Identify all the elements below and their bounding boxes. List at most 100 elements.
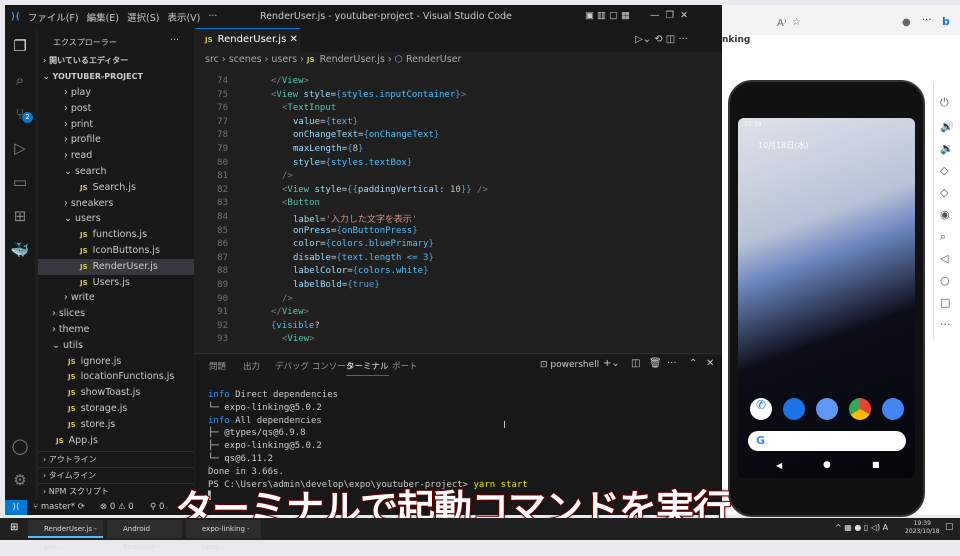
timeline-section[interactable]: › タイムライン bbox=[38, 467, 194, 483]
code-line[interactable]: maxLength={8} bbox=[293, 144, 363, 154]
remote-explorer-icon[interactable]: ▭ bbox=[10, 172, 30, 192]
project-root[interactable]: ⌄ YOUTUBER-PROJECT bbox=[38, 69, 194, 85]
overview-icon[interactable]: □ bbox=[940, 296, 950, 309]
menu-selection[interactable]: 選択(S) bbox=[127, 10, 159, 24]
volume-up-icon[interactable]: 🔊 bbox=[940, 120, 954, 133]
code-line[interactable]: label='入力した文字を表示' bbox=[293, 212, 417, 225]
screenshot-icon[interactable]: ◉ bbox=[940, 208, 950, 221]
settings-gear-icon[interactable]: ⚙ bbox=[10, 470, 30, 490]
code-line[interactable]: <TextInput bbox=[282, 103, 336, 113]
code-line[interactable]: onChangeText={onChangeText} bbox=[293, 130, 439, 140]
folder-item[interactable]: › profile bbox=[38, 132, 194, 148]
npm-scripts-section[interactable]: › NPM スクリプト bbox=[38, 483, 194, 499]
menu-edit[interactable]: 編集(E) bbox=[87, 10, 119, 24]
search-icon[interactable]: ⌕ bbox=[10, 70, 30, 90]
split-terminal-icon[interactable]: ◫ bbox=[631, 358, 640, 369]
taskbar-vscode[interactable]: RenderUser.js - you... bbox=[28, 520, 103, 551]
account-icon[interactable]: ◯ bbox=[10, 436, 30, 456]
taskbar-emulator[interactable]: Android Emulator -... bbox=[107, 520, 182, 551]
code-line[interactable]: disable={text.length <= 3} bbox=[293, 253, 434, 263]
code-line[interactable]: </View> bbox=[271, 307, 309, 317]
outline-section[interactable]: › アウトライン bbox=[38, 451, 194, 467]
tab-problems[interactable]: 問題 bbox=[209, 360, 226, 372]
more-menu-icon[interactable]: ··· bbox=[922, 15, 932, 26]
open-editors-section[interactable]: › 開いているエディター bbox=[38, 53, 194, 69]
file-item[interactable]: JS functions.js bbox=[38, 227, 194, 243]
file-item[interactable]: JS RenderUser.js bbox=[38, 258, 194, 275]
tab-output[interactable]: 出力 bbox=[243, 360, 260, 372]
code-line[interactable]: color={colors.bluePrimary} bbox=[293, 239, 434, 249]
settings-app-icon[interactable] bbox=[816, 398, 838, 420]
ports-indicator[interactable]: ⚲ 0 bbox=[150, 500, 164, 515]
menu-file[interactable]: ファイル(F) bbox=[28, 10, 79, 24]
folder-item[interactable]: › slices bbox=[38, 306, 194, 322]
file-item[interactable]: JS store.js bbox=[38, 417, 194, 433]
editor-actions[interactable]: ▷⌄ ⟲ ◫ ··· bbox=[635, 34, 688, 45]
file-item[interactable]: JS App.js bbox=[38, 433, 194, 449]
notification-icon[interactable]: ▢ bbox=[945, 522, 954, 532]
close-tab-icon[interactable]: ✕ bbox=[290, 34, 298, 45]
file-item[interactable]: JS storage.js bbox=[38, 401, 194, 417]
clock[interactable]: 19:39 2023/10/18 bbox=[905, 520, 940, 536]
breadcrumb-file[interactable]: RenderUser.js bbox=[320, 54, 385, 65]
file-item[interactable]: JS Users.js bbox=[38, 275, 194, 291]
menu-view[interactable]: 表示(V) bbox=[167, 10, 200, 24]
file-item[interactable]: JS showToast.js bbox=[38, 385, 194, 401]
phone-app-icon[interactable]: ✆ bbox=[750, 398, 772, 420]
folder-item[interactable]: ⌄ utils bbox=[38, 338, 194, 354]
tab-terminal[interactable]: ターミナル bbox=[346, 360, 389, 376]
menu-more[interactable]: ··· bbox=[208, 11, 217, 22]
volume-down-icon[interactable]: 🔉 bbox=[940, 142, 954, 155]
nav-recents-icon[interactable]: ■ bbox=[872, 460, 880, 469]
code-line[interactable]: /> bbox=[282, 294, 293, 304]
rotate-right-icon[interactable]: ◇ bbox=[940, 186, 948, 199]
maximize-panel-icon[interactable]: ⌃ bbox=[689, 358, 697, 369]
phone-screen[interactable]: 10:39 10月18日(水) ✆ G ◀ ● ■ bbox=[738, 118, 915, 478]
breadcrumb-src[interactable]: src bbox=[205, 54, 219, 65]
kill-terminal-trash-icon[interactable]: 🗑 bbox=[649, 358, 662, 369]
code-line[interactable]: </View> bbox=[271, 76, 309, 86]
messages-app-icon[interactable] bbox=[783, 398, 805, 420]
rotate-left-icon[interactable]: ◇ bbox=[940, 164, 948, 177]
breadcrumb-symbol[interactable]: RenderUser bbox=[406, 54, 461, 65]
nav-home-icon[interactable]: ● bbox=[823, 460, 831, 470]
more-icon[interactable]: ··· bbox=[940, 318, 951, 331]
code-line[interactable]: value={text} bbox=[293, 117, 358, 127]
problems-indicator[interactable]: ⊗ 0 ⚠ 0 bbox=[100, 500, 134, 515]
code-line[interactable]: labelColor={colors.white} bbox=[293, 266, 428, 276]
system-tray-icons[interactable]: ^ ▦ ● ▯ ◁) A bbox=[835, 523, 888, 532]
explorer-icon[interactable]: ❐ bbox=[10, 36, 30, 56]
window-controls[interactable]: — ❐ ✕ bbox=[650, 10, 688, 21]
panel-more-icon[interactable]: ··· bbox=[667, 358, 677, 369]
docker-icon[interactable]: 🐳 bbox=[10, 240, 30, 260]
layout-toggle-icons[interactable]: ▣ ▥ ▢ ▦ bbox=[585, 10, 630, 21]
close-panel-icon[interactable]: ✕ bbox=[706, 358, 714, 369]
file-item[interactable]: JS locationFunctions.js bbox=[38, 369, 194, 385]
code-line[interactable]: labelBold={true} bbox=[293, 280, 380, 290]
tab-renderuser[interactable]: JS RenderUser.js ✕ bbox=[195, 28, 300, 52]
folder-item[interactable]: › theme bbox=[38, 322, 194, 338]
power-icon[interactable]: ⏻ bbox=[940, 96, 949, 110]
back-icon[interactable]: ◁ bbox=[940, 252, 948, 265]
file-item[interactable]: JS ignore.js bbox=[38, 354, 194, 370]
profile-icon[interactable]: ● bbox=[902, 17, 911, 28]
taskbar-edge[interactable]: expo-linking - npm... bbox=[186, 520, 261, 551]
git-branch[interactable]: ⑂ master* ⟳ bbox=[33, 500, 85, 515]
extensions-icon[interactable]: ⊞ bbox=[10, 206, 30, 226]
code-line[interactable]: /> bbox=[282, 171, 293, 181]
zoom-icon[interactable]: ⌕ bbox=[940, 230, 946, 244]
bing-icon[interactable]: b bbox=[942, 15, 950, 28]
breadcrumb-scenes[interactable]: scenes bbox=[229, 54, 262, 65]
favorite-star-icon[interactable]: ☆ bbox=[792, 17, 801, 28]
code-line[interactable]: <Button bbox=[282, 198, 320, 208]
read-aloud-icon[interactable]: A⁾ bbox=[777, 18, 786, 29]
folder-item[interactable]: ⌄ search bbox=[38, 164, 194, 180]
code-line[interactable]: onPress={onButtonPress} bbox=[293, 226, 418, 236]
folder-item[interactable]: › print bbox=[38, 117, 194, 133]
breadcrumb-users[interactable]: users bbox=[271, 54, 297, 65]
run-debug-icon[interactable]: ▷ bbox=[10, 138, 30, 158]
tab-debug-console[interactable]: デバッグ コンソール bbox=[275, 360, 354, 372]
code-line[interactable]: <View style={{paddingVertical: 10}} /> bbox=[282, 185, 488, 195]
google-search-bar[interactable]: G bbox=[748, 431, 906, 451]
file-item[interactable]: JS IconButtons.js bbox=[38, 243, 194, 259]
